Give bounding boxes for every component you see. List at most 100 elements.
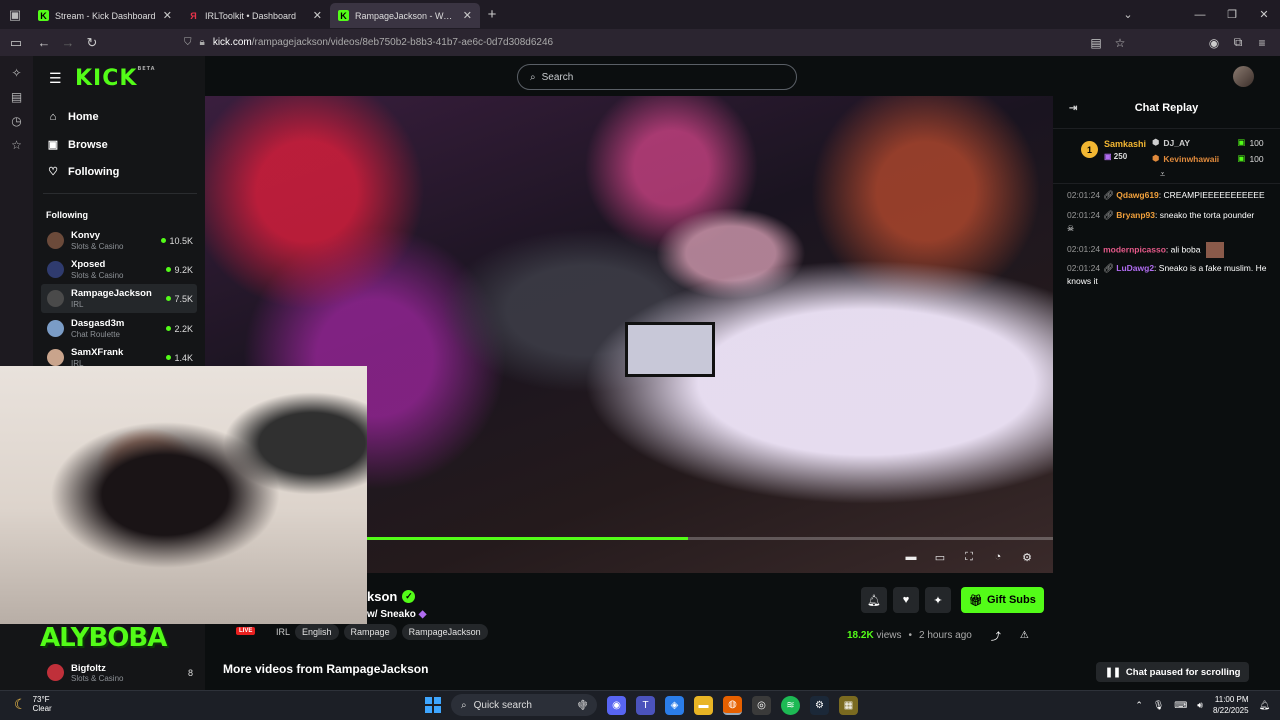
network-icon[interactable]: ⌨ — [1174, 700, 1187, 711]
shield-icon[interactable]: ⛉ — [184, 37, 192, 48]
emote-image — [1205, 242, 1224, 258]
share-icon[interactable]: ⤴ — [991, 628, 1001, 643]
discord-icon[interactable]: ◉ — [607, 695, 626, 715]
steam-icon[interactable]: ⚙ — [810, 695, 829, 715]
live-dot-icon — [166, 355, 172, 360]
rank-badge: 1 — [1081, 141, 1098, 158]
followed-channel-rampagejackson[interactable]: RampageJackson IRL 7.5K — [41, 284, 197, 313]
followed-channel-dasgasd3m[interactable]: Dasgasd3m Chat Roulette 2.2K — [41, 314, 197, 343]
forward-icon[interactable]: → — [56, 35, 80, 50]
message-user[interactable]: Bryanp93 — [1116, 210, 1155, 220]
browser-tab-2[interactable]: K RampageJackson - Watch the V ✕ — [330, 3, 480, 28]
reload-icon[interactable]: ↻ — [80, 35, 104, 51]
follow-heart-button[interactable]: ♥ — [893, 587, 919, 613]
playback-speed-icon[interactable]: ◔ — [990, 551, 1006, 565]
category-tag[interactable]: IRL — [276, 624, 290, 640]
gifter-row[interactable]: ⬢ Kevinwhawaii ▣ 100 — [1152, 153, 1264, 164]
followed-channel-xposed[interactable]: Xposed Slots & Casino 9.2K — [41, 255, 197, 284]
close-icon[interactable]: ✕ — [463, 9, 472, 22]
settings-gear-icon[interactable]: ⚙ — [1019, 551, 1035, 565]
back-icon[interactable]: ← — [32, 35, 56, 50]
tray-chevron-icon[interactable]: ⌃ — [1135, 700, 1143, 711]
volume-icon[interactable]: 🔊︎ — [1197, 700, 1203, 711]
time: 11:00 PM — [1214, 695, 1249, 704]
firefox-icon[interactable]: ◍ — [723, 695, 742, 715]
windows-start-icon[interactable] — [425, 697, 441, 713]
fullscreen-icon[interactable]: ⛶ — [961, 551, 977, 565]
theater-mode-icon[interactable]: ▭ — [932, 551, 948, 565]
notification-bell-icon[interactable]: 🔔︎ — [1259, 700, 1270, 711]
viewer-count: 8 — [187, 667, 193, 678]
lock-icon[interactable]: 🔒︎ — [200, 37, 205, 48]
message-user[interactable]: LuDawg2 — [1116, 263, 1154, 273]
notifications-bell-button[interactable]: 🔔︎ — [861, 587, 887, 613]
temperature: 73°F — [32, 695, 50, 704]
tag[interactable]: English — [295, 624, 339, 640]
sidebar-toggle-icon[interactable]: ▭ — [4, 35, 28, 51]
report-warning-icon[interactable]: ⚠ — [1020, 630, 1029, 641]
sidebar-item-home[interactable]: ⌂ Home — [47, 111, 99, 123]
taskbar-apps: ⌕ Quick search 🌵︎ ◉ T ◈ ▬ ◍ ◎ ≋ ⚙ ▦ — [425, 694, 858, 716]
copilot-icon[interactable]: ◈ — [665, 695, 684, 715]
reader-mode-icon[interactable]: ▤ — [1084, 36, 1108, 50]
account-icon[interactable]: ◉ — [1202, 36, 1226, 50]
bookmarks-icon[interactable]: ▤ — [0, 90, 33, 104]
message-time: 02:01:24 — [1067, 190, 1101, 200]
sidebar-item-following[interactable]: ♡ Following — [47, 165, 119, 179]
followed-channel-bigfoltz[interactable]: Bigfoltz Slots & Casino 8 — [41, 658, 201, 687]
clock[interactable]: 11:00 PM 8/22/2025 — [1213, 694, 1249, 716]
app-icon[interactable]: ▦ — [839, 695, 858, 715]
bookmark-star-icon[interactable]: ☆ — [1108, 36, 1132, 50]
star-icon[interactable]: ☆ — [0, 138, 33, 152]
minimize-icon[interactable]: — — [1184, 9, 1216, 21]
browser-tab-1[interactable]: Я IRLToolkit • Dashboard ✕ — [180, 3, 330, 28]
clip-icon[interactable]: ▬ — [903, 551, 919, 565]
ai-icon[interactable]: ✧ — [0, 66, 33, 80]
chat-title: Chat Replay — [1134, 102, 1199, 114]
chat-paused-button[interactable]: ❚❚ Chat paused for scrolling — [1096, 662, 1250, 682]
tag[interactable]: RampageJackson — [401, 624, 488, 640]
channel-name: Bigfoltz — [71, 662, 106, 674]
message-user[interactable]: Qdawg619 — [1116, 190, 1159, 200]
gifter-row[interactable]: ⬢ DJ_AY ▣ 100 — [1152, 137, 1264, 148]
restore-icon[interactable]: ❐ — [1216, 8, 1248, 21]
kick-logo[interactable]: KICKBETA — [75, 66, 156, 91]
close-icon[interactable]: ✕ — [163, 9, 172, 22]
search-input[interactable]: ⌕ Search — [517, 64, 797, 90]
history-icon[interactable]: ◷ — [0, 114, 33, 128]
tag[interactable]: Rampage — [343, 624, 397, 640]
new-tab-icon[interactable]: + — [480, 6, 504, 23]
link-icon: 🔗︎ — [1103, 263, 1114, 273]
window-close-icon[interactable]: ✕ — [1248, 8, 1280, 21]
close-icon[interactable]: ✕ — [313, 9, 322, 22]
gift-icon: ▣ — [1237, 137, 1246, 147]
rank-badge-icon: ⬢ — [1152, 137, 1160, 147]
file-explorer-icon[interactable]: ▬ — [694, 695, 713, 715]
tab-list-chevron-icon[interactable]: ⌄ — [1112, 8, 1144, 21]
expand-gifters-icon[interactable]: ⩡ — [1160, 169, 1165, 180]
message-user[interactable]: modernpicasso — [1103, 244, 1166, 254]
microphone-icon[interactable]: 🎙︎ — [1153, 700, 1164, 711]
sidebar-item-browse[interactable]: ▣ Browse — [47, 138, 108, 152]
followed-channel-konvy[interactable]: Konvy Slots & Casino 10.5K — [41, 226, 197, 255]
extensions-icon[interactable]: ⧉ — [1226, 35, 1250, 50]
user-avatar[interactable] — [1233, 66, 1254, 87]
top-gifter[interactable]: Samkashi ▣ 250 — [1104, 139, 1146, 161]
hamburger-menu-icon[interactable]: ☰ — [49, 70, 62, 87]
address-bar[interactable]: ⛉ 🔒︎ kick.com/rampagejackson/videos/8eb7… — [176, 32, 1130, 53]
spotify-icon[interactable]: ≋ — [781, 695, 800, 715]
teams-icon[interactable]: T — [636, 695, 655, 715]
tab-overview-icon[interactable]: ▣ — [0, 0, 30, 29]
pause-icon: ❚❚ — [1105, 666, 1121, 678]
avatar — [47, 232, 64, 249]
menu-icon[interactable]: ≡ — [1250, 36, 1274, 50]
more-videos-heading: More videos from RampageJackson — [223, 662, 429, 676]
browser-tab-0[interactable]: K Stream - Kick Dashboard ✕ — [30, 3, 180, 28]
collapse-chat-icon[interactable]: ⇥ — [1069, 103, 1077, 114]
weather-widget[interactable]: ☾ 73°F Clear — [14, 695, 52, 713]
gift-subs-button[interactable]: 🎁︎ Gift Subs — [961, 587, 1044, 613]
obs-icon[interactable]: ◎ — [752, 695, 771, 715]
taskbar-search[interactable]: ⌕ Quick search 🌵︎ — [451, 694, 597, 716]
live-dot-icon — [166, 267, 172, 272]
clip-sparkle-button[interactable]: ✦ — [925, 587, 951, 613]
